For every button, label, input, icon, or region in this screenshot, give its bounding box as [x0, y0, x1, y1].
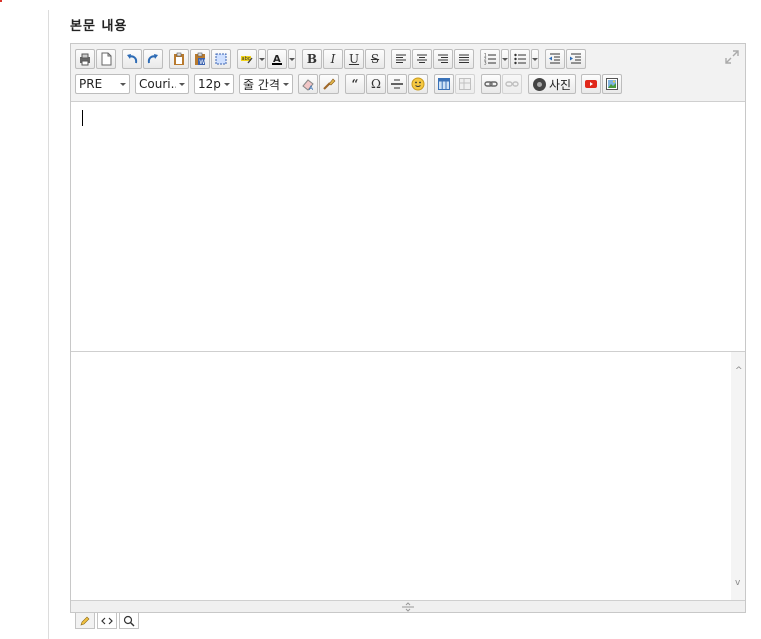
bold-icon[interactable]: B — [302, 49, 322, 69]
strike-icon[interactable]: S — [365, 49, 385, 69]
toolbar-row-1: W abc A B I U S 1 2 3 — [75, 47, 592, 71]
code-icon — [101, 617, 113, 624]
resize-handle[interactable] — [71, 600, 745, 612]
ordered-list-dropdown[interactable] — [501, 49, 509, 69]
format-select-value: PRE — [79, 77, 103, 91]
toolbar-row-2: PRE Couri... 12px 줄 간격 A “ Ω — [75, 72, 628, 96]
indent-icon[interactable] — [566, 49, 586, 69]
align-center-icon[interactable] — [412, 49, 432, 69]
align-justify-icon[interactable] — [454, 49, 474, 69]
format-painter-icon[interactable] — [319, 74, 339, 94]
source-code-area[interactable]: ^ v — [71, 352, 745, 602]
magnifier-icon — [123, 615, 135, 626]
editor-content-area[interactable] — [71, 102, 745, 352]
italic-icon[interactable]: I — [323, 49, 343, 69]
table-icon[interactable] — [434, 74, 454, 94]
new-page-icon[interactable] — [96, 49, 116, 69]
paste-icon[interactable] — [169, 49, 189, 69]
insert-photo-button[interactable]: 사진 — [528, 74, 577, 94]
select-all-icon[interactable] — [211, 49, 231, 69]
resize-grip-icon — [402, 601, 414, 612]
camera-icon — [533, 77, 546, 91]
image-icon[interactable] — [602, 74, 623, 94]
outdent-icon[interactable] — [545, 49, 565, 69]
maximize-icon[interactable] — [723, 48, 741, 66]
section-title: 본문 내용 — [70, 19, 128, 34]
html-mode-tab[interactable] — [97, 613, 117, 629]
link-icon[interactable] — [481, 74, 501, 94]
font-color-dropdown[interactable] — [288, 49, 296, 69]
align-left-icon[interactable] — [391, 49, 411, 69]
highlight-icon[interactable]: abc — [237, 49, 257, 69]
youtube-icon[interactable] — [581, 74, 602, 94]
left-divider — [48, 10, 49, 639]
size-select-value: 12px — [198, 77, 221, 91]
photo-button-label: 사진 — [549, 77, 572, 92]
unordered-list-dropdown[interactable] — [531, 49, 539, 69]
unordered-list-icon[interactable] — [510, 49, 530, 69]
editor-mode-tabs — [75, 613, 141, 629]
edit-mode-tab[interactable] — [75, 613, 95, 629]
horizontal-rule-icon[interactable] — [387, 74, 407, 94]
format-select[interactable]: PRE — [75, 74, 130, 94]
omega-icon[interactable]: Ω — [366, 74, 386, 94]
svg-text:A: A — [309, 85, 314, 91]
scroll-down-icon[interactable]: v — [735, 578, 740, 588]
svg-text:W: W — [199, 59, 205, 66]
align-right-icon[interactable] — [433, 49, 453, 69]
font-select[interactable]: Couri... — [135, 74, 189, 94]
ordered-list-icon[interactable]: 123 — [480, 49, 500, 69]
line-height-select[interactable]: 줄 간격 — [239, 74, 293, 94]
preview-mode-tab[interactable] — [119, 613, 139, 629]
line-height-select-value: 줄 간격 — [243, 77, 280, 92]
rich-text-editor: W abc A B I U S 1 2 3 PRE Couri. 12p 줄 간… — [70, 43, 746, 613]
undo-icon[interactable] — [122, 49, 142, 69]
font-select-value: Couri... — [139, 77, 176, 91]
underline-icon[interactable]: U — [344, 49, 364, 69]
emoticon-icon[interactable] — [408, 74, 428, 94]
quote-icon[interactable]: “ — [345, 74, 365, 94]
eraser-icon[interactable]: A — [298, 74, 318, 94]
pencil-icon — [80, 616, 90, 625]
corner-mark — [0, 0, 2, 2]
print-icon[interactable] — [75, 49, 95, 69]
source-scrollbar[interactable]: ^ v — [731, 352, 745, 602]
editor-toolbar: W abc A B I U S 1 2 3 PRE Couri. 12p 줄 간… — [71, 44, 745, 102]
scroll-up-icon[interactable]: ^ — [735, 366, 743, 376]
table-edit-icon[interactable] — [455, 74, 475, 94]
paste-word-icon[interactable]: W — [190, 49, 210, 69]
size-select[interactable]: 12px — [194, 74, 234, 94]
svg-text:3: 3 — [484, 61, 487, 66]
text-cursor — [82, 110, 83, 126]
unlink-icon[interactable] — [502, 74, 522, 94]
font-color-icon[interactable]: A — [267, 49, 287, 69]
highlight-dropdown[interactable] — [258, 49, 266, 69]
redo-icon[interactable] — [143, 49, 163, 69]
